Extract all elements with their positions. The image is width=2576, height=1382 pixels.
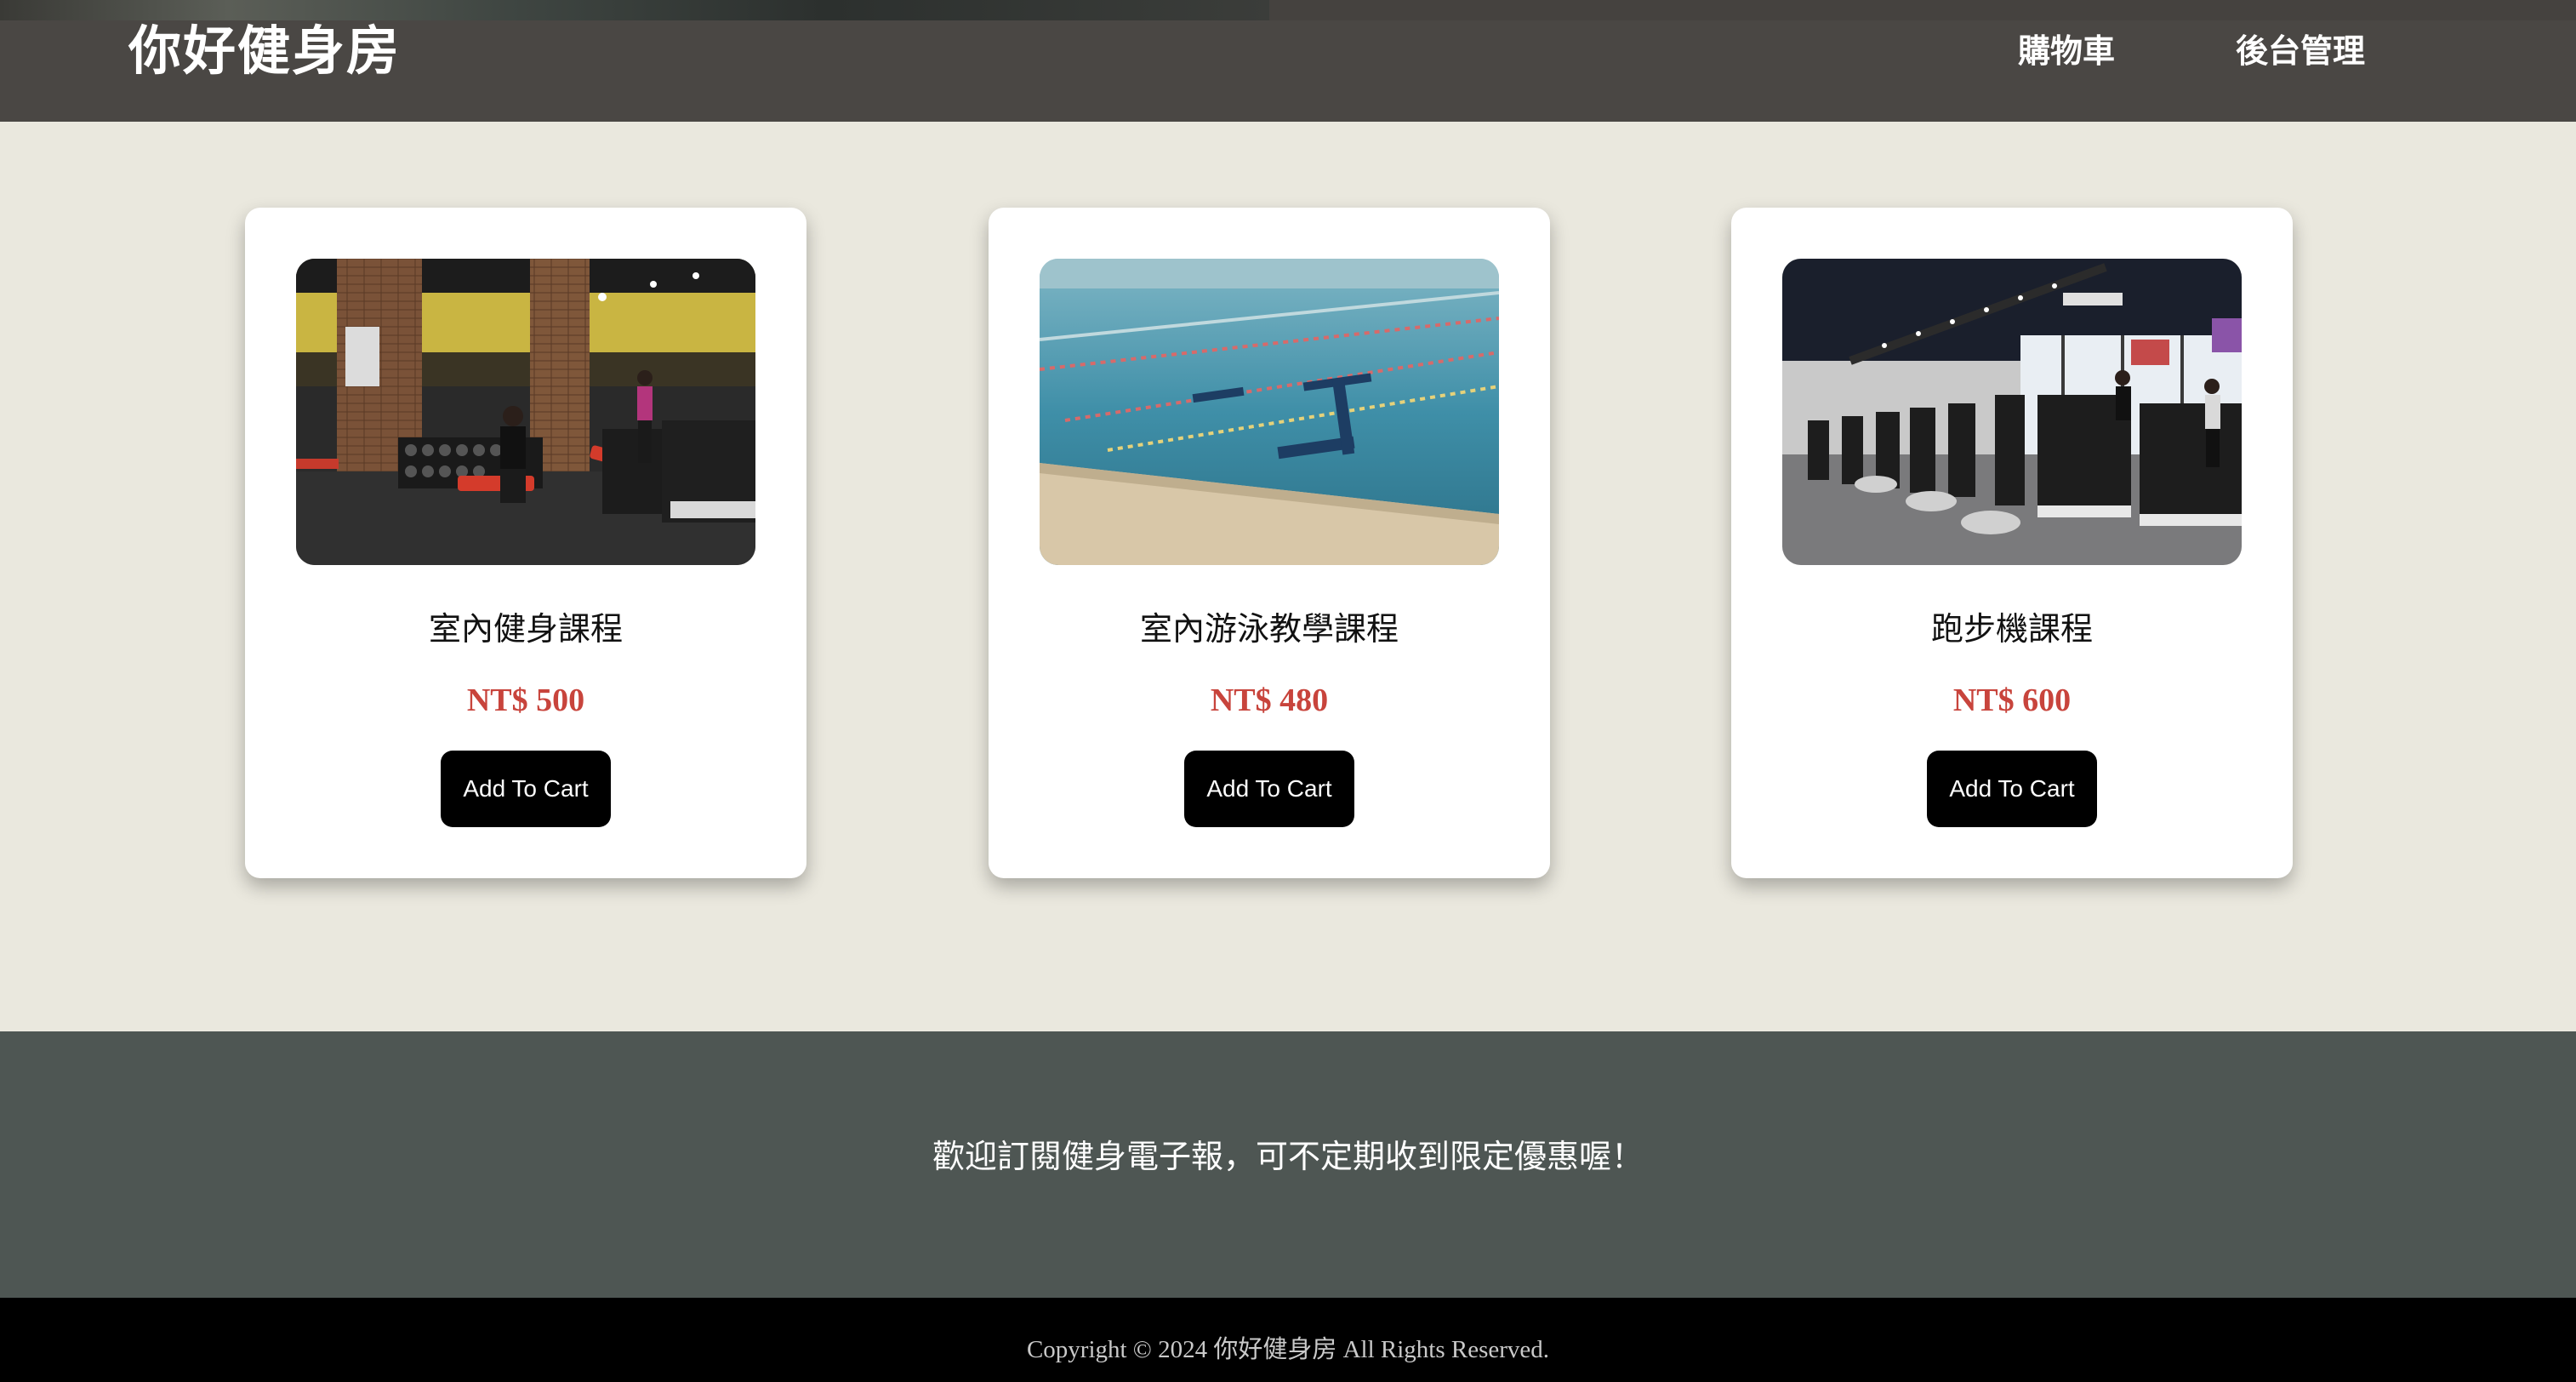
add-to-cart-button[interactable]: Add To Cart [441, 751, 611, 827]
product-title: 室內游泳教學課程 [1139, 610, 1399, 648]
product-title: 跑步機課程 [1930, 610, 2093, 648]
product-title: 室內健身課程 [428, 610, 623, 648]
site-header: 你好健身房 購物車 後台管理 [0, 0, 2576, 122]
nav-admin-link[interactable]: 後台管理 [2236, 26, 2365, 77]
product-card: 跑步機課程 NT$ 600 Add To Cart [1731, 208, 2293, 878]
hero-strip-background [1269, 0, 2576, 20]
add-to-cart-button[interactable]: Add To Cart [1927, 751, 2097, 827]
copyright-text: Copyright © 2024 你好健身房 All Rights Reserv… [1026, 1336, 1550, 1363]
product-card: 室內游泳教學課程 NT$ 480 Add To Cart [989, 208, 1550, 878]
treadmill-photo [1782, 259, 2242, 565]
add-to-cart-button[interactable]: Add To Cart [1184, 751, 1354, 827]
product-price: NT$ 480 [1210, 682, 1329, 718]
site-logo[interactable]: 你好健身房 [128, 15, 401, 87]
product-card: 室內健身課程 NT$ 500 Add To Cart [245, 208, 806, 878]
product-price: NT$ 500 [466, 682, 585, 718]
newsletter-text: 歡迎訂閱健身電子報，可不定期收到限定優惠喔！ [932, 1138, 1644, 1175]
swimming-pool-photo [1040, 259, 1499, 565]
nav-cart-link[interactable]: 購物車 [2018, 26, 2115, 77]
gym-photo [296, 259, 755, 565]
product-price: NT$ 600 [1952, 682, 2072, 718]
